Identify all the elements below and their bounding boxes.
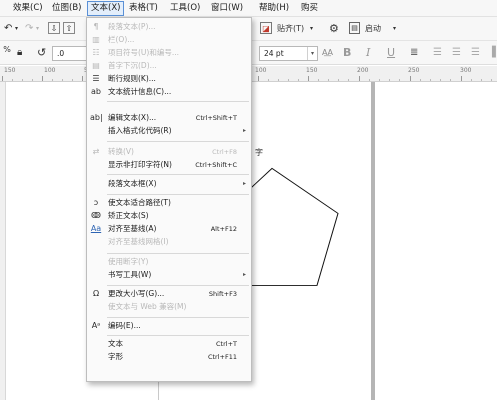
snap-icon[interactable]: ◪ xyxy=(260,22,272,34)
redo-dropdown-icon[interactable]: ▾ xyxy=(36,22,39,36)
menu-help[interactable]: 帮助(H) xyxy=(256,1,292,16)
submenu-arrow-icon: ▸ xyxy=(242,271,246,278)
change-case-icon: Ω xyxy=(92,289,100,298)
rotate-icon[interactable]: ↺ xyxy=(37,46,46,60)
text-menu-dropdown: ¶ 段落文本(P)... ▥ 栏(O)... ☷ 项目符号(U)和编号... ▤… xyxy=(86,17,252,382)
menu-item-paragraph-text[interactable]: ¶ 段落文本(P)... xyxy=(87,21,251,33)
menu-effects[interactable]: 效果(C) xyxy=(10,1,46,16)
undo-icon[interactable]: ↶ xyxy=(4,22,12,36)
snap-chevron-down-icon[interactable]: ▾ xyxy=(310,22,313,36)
bullet-list-icon[interactable]: ☰ xyxy=(433,46,442,60)
menu-item-line-break-rules[interactable]: ☰ 断行规则(K)... xyxy=(87,73,251,85)
ruler-label: 250 xyxy=(408,67,420,74)
more-options-icon[interactable]: ▐ xyxy=(488,46,496,60)
edit-text-icon: ab| xyxy=(90,113,103,122)
menu-item-glyphs[interactable]: 字形 Ctrl+F11 xyxy=(87,351,251,363)
submenu-arrow-icon: ▸ xyxy=(242,127,246,134)
menu-item-fit-text-to-path[interactable]: ↄ 使文本适合路径(T) xyxy=(87,197,251,209)
straighten-text-icon: ↂ xyxy=(91,211,101,220)
menu-buy[interactable]: 购买 xyxy=(298,1,321,16)
menu-item-use-hyphenation[interactable]: 使用断字(Y) xyxy=(87,256,251,268)
menu-item-insert-format-code[interactable]: 插入格式化代码(R) ▸ xyxy=(87,125,251,137)
menu-item-writing-tools[interactable]: 书写工具(W) ▸ xyxy=(87,269,251,281)
launch-chevron-down-icon[interactable]: ▾ xyxy=(393,22,396,36)
ruler-label: 200 xyxy=(357,67,369,74)
menu-item-bullets[interactable]: ☷ 项目符号(U)和编号... xyxy=(87,47,251,59)
ruler-label: 300 xyxy=(460,67,472,74)
menu-item-text-statistics[interactable]: ab 文本统计信息(C)... xyxy=(87,86,251,98)
menu-item-paragraph-frame[interactable]: 段落文本框(X) ▸ xyxy=(87,178,251,190)
encoding-icon: Aᵃ xyxy=(91,321,101,330)
menu-item-web-compatible[interactable]: 使文本与 Web 兼容(M) xyxy=(87,301,251,313)
menu-separator xyxy=(107,253,249,254)
ruler-label: 100 xyxy=(44,67,56,74)
menu-item-text-docker[interactable]: 文本 Ctrl+T xyxy=(87,338,251,350)
columns-icon: ▥ xyxy=(92,35,100,44)
menu-separator xyxy=(107,174,249,175)
text-stats-icon: ab xyxy=(91,87,101,96)
redo-icon[interactable]: ↷ xyxy=(25,22,33,36)
align-baseline-icon: Aa xyxy=(90,224,102,233)
menu-separator xyxy=(107,141,249,142)
font-size-value: 24 pt xyxy=(264,49,284,58)
font-size-chevron-down-icon[interactable]: ▾ xyxy=(307,47,317,60)
menu-separator xyxy=(107,317,249,318)
bold-icon[interactable]: B xyxy=(343,46,351,60)
snap-to-dropdown[interactable]: 贴齐(T) xyxy=(277,22,304,36)
rotation-input[interactable]: .0 xyxy=(52,46,88,61)
page-shadow xyxy=(371,82,375,400)
menu-item-straighten-text[interactable]: ↂ 矫正文本(S) xyxy=(87,210,251,222)
font-size-combo[interactable]: 24 pt ▾ xyxy=(259,46,318,61)
menu-item-change-case[interactable]: Ω 更改大小写(G)... Shift+F3 xyxy=(87,288,251,300)
menu-tools[interactable]: 工具(O) xyxy=(167,1,203,16)
menu-bitmaps[interactable]: 位图(B) xyxy=(49,1,84,16)
menu-item-align-to-baseline-grid[interactable]: 对齐至基线网格(I) xyxy=(87,236,251,248)
menu-text[interactable]: 文本(X) xyxy=(87,1,125,16)
underline-icon[interactable]: U xyxy=(387,46,395,60)
paragraph-icon: ¶ xyxy=(93,22,99,31)
line-break-icon: ☰ xyxy=(92,74,100,83)
menu-separator xyxy=(107,285,249,286)
drop-cap-icon: ▤ xyxy=(92,61,100,70)
undo-dropdown-icon[interactable]: ▾ xyxy=(15,22,18,36)
export-icon[interactable]: ⇧ xyxy=(63,22,75,34)
menu-item-drop-cap[interactable]: ▤ 首字下沉(D)... xyxy=(87,60,251,72)
menu-separator xyxy=(107,101,249,102)
ruler-label: 150 xyxy=(4,67,16,74)
launch-icon[interactable]: ▤ xyxy=(349,22,360,34)
rotation-value: .0 xyxy=(57,49,65,58)
menu-item-columns[interactable]: ▥ 栏(O)... xyxy=(87,34,251,46)
menu-item-encoding[interactable]: Aᵃ 编码(E)... xyxy=(87,320,251,332)
menu-separator xyxy=(107,194,249,195)
launch-button[interactable]: 启动 xyxy=(365,22,381,36)
import-icon[interactable]: ⇩ xyxy=(48,22,60,34)
italic-icon[interactable]: I xyxy=(366,46,370,60)
ruler-label: 150 xyxy=(306,67,318,74)
ruler-label: 100 xyxy=(255,67,267,74)
menu-item-convert[interactable]: ⇄ 转换(V) Ctrl+F8 xyxy=(87,146,251,158)
font-scale-icon[interactable]: A͟A xyxy=(322,46,333,60)
menu-item-align-to-baseline[interactable]: Aa 对齐至基线(A) Alt+F12 xyxy=(87,223,251,235)
lock-ratio-icon[interactable]: 🔒︎ xyxy=(17,46,22,60)
scale-percent-icon: % xyxy=(3,45,11,54)
menu-item-show-nonprinting[interactable]: 显示非打印字符(N) Ctrl+Shift+C xyxy=(87,159,251,171)
menu-separator xyxy=(107,335,249,336)
options-gear-icon[interactable]: ⚙ xyxy=(329,22,339,36)
submenu-arrow-icon: ▸ xyxy=(242,180,246,187)
text-align-icon[interactable]: ≣ xyxy=(410,46,418,60)
fit-path-icon: ↄ xyxy=(93,198,99,207)
bullets-icon: ☷ xyxy=(92,48,100,57)
convert-icon: ⇄ xyxy=(92,147,100,156)
numbered-list-icon[interactable]: ☰ xyxy=(452,46,461,60)
menu-item-edit-text[interactable]: ab| 编辑文本(X)... Ctrl+Shift+T xyxy=(87,112,251,124)
canvas-text-fragment: 字 xyxy=(255,148,263,157)
menu-window[interactable]: 窗口(W) xyxy=(208,1,246,16)
menu-table[interactable]: 表格(T) xyxy=(126,1,161,16)
menu-bar: 效果(C) 位图(B) 文本(X) 表格(T) 工具(O) 窗口(W) 帮助(H… xyxy=(0,0,497,17)
drop-cap-toolbar-icon[interactable]: ☰ xyxy=(471,46,480,60)
